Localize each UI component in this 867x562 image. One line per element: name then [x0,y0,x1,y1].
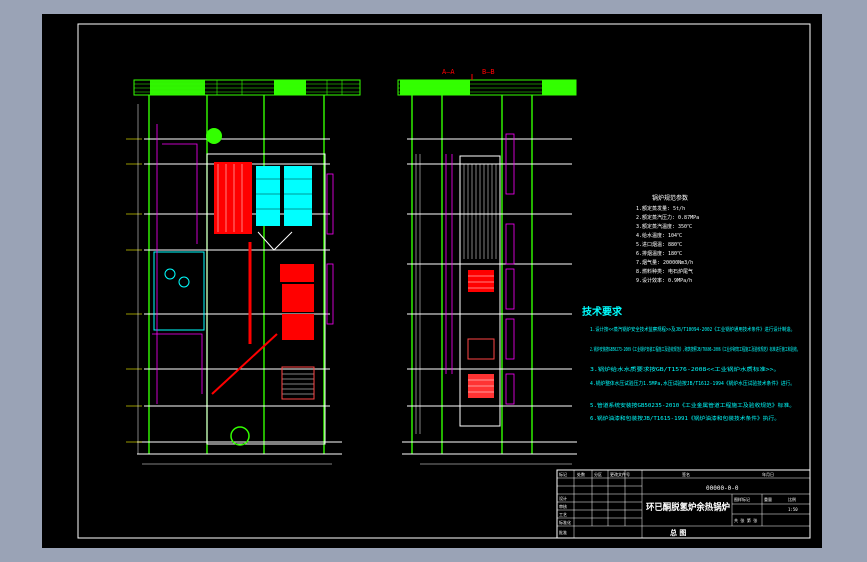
notes-heading: 技术要求 [582,305,623,318]
note-item: 1.设计按<<蒸汽锅炉安全技术监察规程>>及JB/T10094-2002《工业锅… [590,325,795,333]
note-item: 2.锅炉安装按GB50273-2009《工业锅炉安装工程施工及验收规范》,砌筑按… [590,345,800,353]
tb-row-label: 审核 [559,503,567,509]
tb-row-label: 批准 [559,529,567,535]
tb-row-label: 工艺 [559,512,567,517]
section-label-b: B—B [482,68,495,76]
parameter-row: 1.额定蒸发量: 5t/h [636,205,685,212]
note-item: 3.锅炉给水水质要求按GB/T1576-2008<<工业锅炉水质标准>>。 [590,365,780,373]
cad-drawing-sheet: A—A B—B 锅炉规范参数 1.额定蒸发量: 5t/h 2.额定蒸汽压力: 0… [42,14,822,548]
note-item: 5.管道系统安装按GB50235-2010《工业金属管道工程施工及验收规范》标准… [590,401,795,409]
parameter-row: 8.燃料种类: 电石炉尾气 [636,268,693,275]
parameter-row: 5.进口烟温: 880℃ [636,241,682,248]
tb-sheet: 共 张 第 张 [734,517,757,523]
drawing-bottom-label: 总 图 [670,528,686,537]
tb-side-cell: 图样标记 [734,496,750,502]
note-item: 6.锅炉油漆和包装按JB/T1615-1991《锅炉油漆和包装技术条件》执行。 [590,414,780,422]
section-label-a: A—A [442,68,455,76]
drawing-border [77,23,811,539]
elevation-view [126,79,361,465]
tb-header-cell: 签名 [682,471,690,477]
technical-notes: 技术要求 1.设计按<<蒸汽锅炉安全技术监察规程>>及JB/T10094-200… [582,305,800,422]
tb-row-label: 标准化 [559,519,571,525]
tb-side-cell: 比例 [788,496,796,502]
tb-header-cell: 更改文件号 [610,471,630,477]
drawing-title: 环已酮脱氢炉余热锅炉 [646,501,730,513]
tb-header-cell: 处数 [577,471,585,477]
tb-header-cell: 标记 [559,471,567,477]
title-block: 标记 处数 分区 更改文件号 签名 年月日 设计 审核 工艺 标准化 批准 图样… [556,469,811,539]
parameter-row: 2.额定蒸汽压力: 0.87MPa [636,214,699,221]
tb-row-label: 设计 [559,495,567,501]
parameter-row: 9.设计效率: 0.9MPa/h [636,277,692,284]
tb-side-cell: 重量 [764,496,772,502]
parameter-row: 4.给水温度: 104℃ [636,232,682,239]
tb-header-cell: 年月日 [762,471,774,477]
drawing-number: 00000-0-0 [706,485,739,492]
section-view [397,74,577,465]
note-item: 4.锅炉整体水压试验压力1.5MPa,水压试验按JB/T1612-1994《锅炉… [590,379,795,387]
parameter-row: 6.排烟温度: 180℃ [636,250,682,257]
parameter-row: 7.烟气量: 20000Nm3/h [636,259,693,266]
parameter-row: 3.额定蒸汽温度: 350℃ [636,223,692,230]
parameter-table-heading: 锅炉规范参数 [652,194,688,202]
tb-scale: 1:50 [788,507,798,512]
tb-header-cell: 分区 [594,471,602,477]
parameter-table: 锅炉规范参数 1.额定蒸发量: 5t/h 2.额定蒸汽压力: 0.87MPa 3… [636,194,699,284]
cad-drawing: A—A B—B 锅炉规范参数 1.额定蒸发量: 5t/h 2.额定蒸汽压力: 0… [77,23,811,539]
